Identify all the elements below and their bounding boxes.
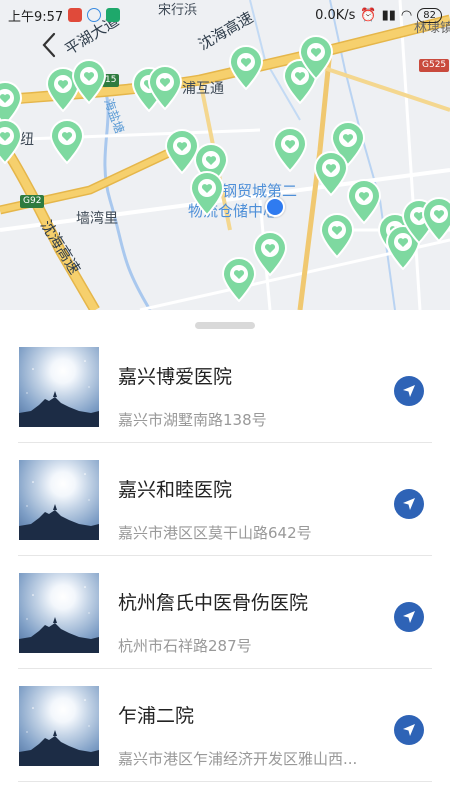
heart-location-pin-icon [272,127,308,172]
hospital-map-pin[interactable] [146,64,184,110]
hospital-name: 杭州詹氏中医骨伤医院 [118,592,309,614]
hospital-map-pin[interactable] [70,58,108,104]
highway-shield: G92 [20,195,45,208]
navigation-arrow-icon [403,611,415,623]
hospital-map-pin[interactable] [220,256,258,302]
battery-indicator: 82 [417,7,442,23]
navigate-button[interactable] [394,376,424,406]
navigation-arrow-icon [403,724,415,736]
hospital-name: 嘉兴博爱医院 [118,366,233,388]
wifi-icon: ◠ [400,7,413,23]
heart-location-pin-icon [0,119,23,164]
list-item[interactable]: 杭州詹氏中医骨伤医院 杭州市石祥路287号 [18,556,432,669]
navigate-button[interactable] [394,489,424,519]
hospital-map-pin[interactable] [48,118,86,164]
highway-shield: G525 [419,59,450,72]
heart-location-pin-icon [319,213,355,258]
notification-app-icon [87,8,102,22]
heart-location-pin-icon [228,45,264,90]
hospital-thumbnail [19,686,99,766]
hospital-address: 嘉兴市港区区莫干山路642号 [118,525,312,542]
list-item[interactable]: 乍浦二院 嘉兴市港区乍浦经济开发区雅山西... [18,669,432,782]
heart-location-pin-icon [298,35,334,80]
hospital-map-pin[interactable] [271,126,309,172]
hospital-thumbnail [19,573,99,653]
hospital-map-pin[interactable] [318,212,356,258]
heart-location-pin-icon [49,119,85,164]
hospital-list: 嘉兴博爱医院 嘉兴市湖墅南路138号 嘉兴和睦医院 嘉兴市港区区莫干山路642号… [0,330,450,782]
sheet-drag-handle[interactable] [195,322,255,329]
thumbnail-image [19,586,99,653]
map-view[interactable]: 平湖大道 沈海高速 沈海高速 宋行浜 浦互通 墙湾里 钢贸城第二 物流仓储中心 … [0,0,450,310]
hospital-map-pin[interactable] [227,44,265,90]
hospital-list-sheet[interactable]: 嘉兴博爱医院 嘉兴市湖墅南路138号 嘉兴和睦医院 嘉兴市港区区莫干山路642号… [0,310,450,800]
list-item[interactable]: 嘉兴博爱医院 嘉兴市湖墅南路138号 [18,330,432,443]
hospital-name: 乍浦二院 [118,705,195,727]
hospital-name: 嘉兴和睦医院 [118,479,233,501]
heart-location-pin-icon [189,171,225,216]
navigation-arrow-icon [403,385,415,397]
thumbnail-image [19,473,99,540]
navigate-button[interactable] [394,715,424,745]
notification-app-icon [68,8,83,22]
heart-location-pin-icon [71,59,107,104]
hospital-address: 嘉兴市港区乍浦经济开发区雅山西... [118,751,358,768]
notification-app-icon [106,8,121,22]
status-bar: 上午9:57 0.0K/s ⏰ ▮▮ ◠ 82 [0,0,450,30]
navigation-arrow-icon [403,498,415,510]
heart-location-pin-icon [147,65,183,110]
map-label-town: 浦互通 [182,81,224,97]
back-button[interactable] [36,30,62,60]
hospital-map-pin[interactable] [188,170,226,216]
navigate-button[interactable] [394,602,424,632]
map-label-town-qiangwanli: 墙湾里 [76,211,118,227]
chevron-left-icon [42,32,56,58]
thumbnail-image [19,360,99,427]
current-location-dot [265,197,285,217]
hospital-address: 嘉兴市湖墅南路138号 [118,412,267,429]
heart-location-pin-icon [421,197,450,242]
list-item[interactable]: 嘉兴和睦医院 嘉兴市港区区莫干山路642号 [18,443,432,556]
hospital-address: 杭州市石祥路287号 [118,638,252,655]
signal-icon: ▮▮ [381,7,396,23]
thumbnail-image [19,699,99,766]
hospital-map-pin[interactable] [0,118,24,164]
hospital-map-pin[interactable] [297,34,335,80]
hospital-map-pin[interactable] [420,196,450,242]
map-label-poi: 钢贸城第二 [222,182,298,200]
network-speed: 0.0K/s [315,7,356,23]
alarm-icon: ⏰ [360,7,377,23]
hospital-thumbnail [19,460,99,540]
status-time: 上午9:57 [8,9,64,25]
hospital-thumbnail [19,347,99,427]
heart-location-pin-icon [221,257,257,302]
